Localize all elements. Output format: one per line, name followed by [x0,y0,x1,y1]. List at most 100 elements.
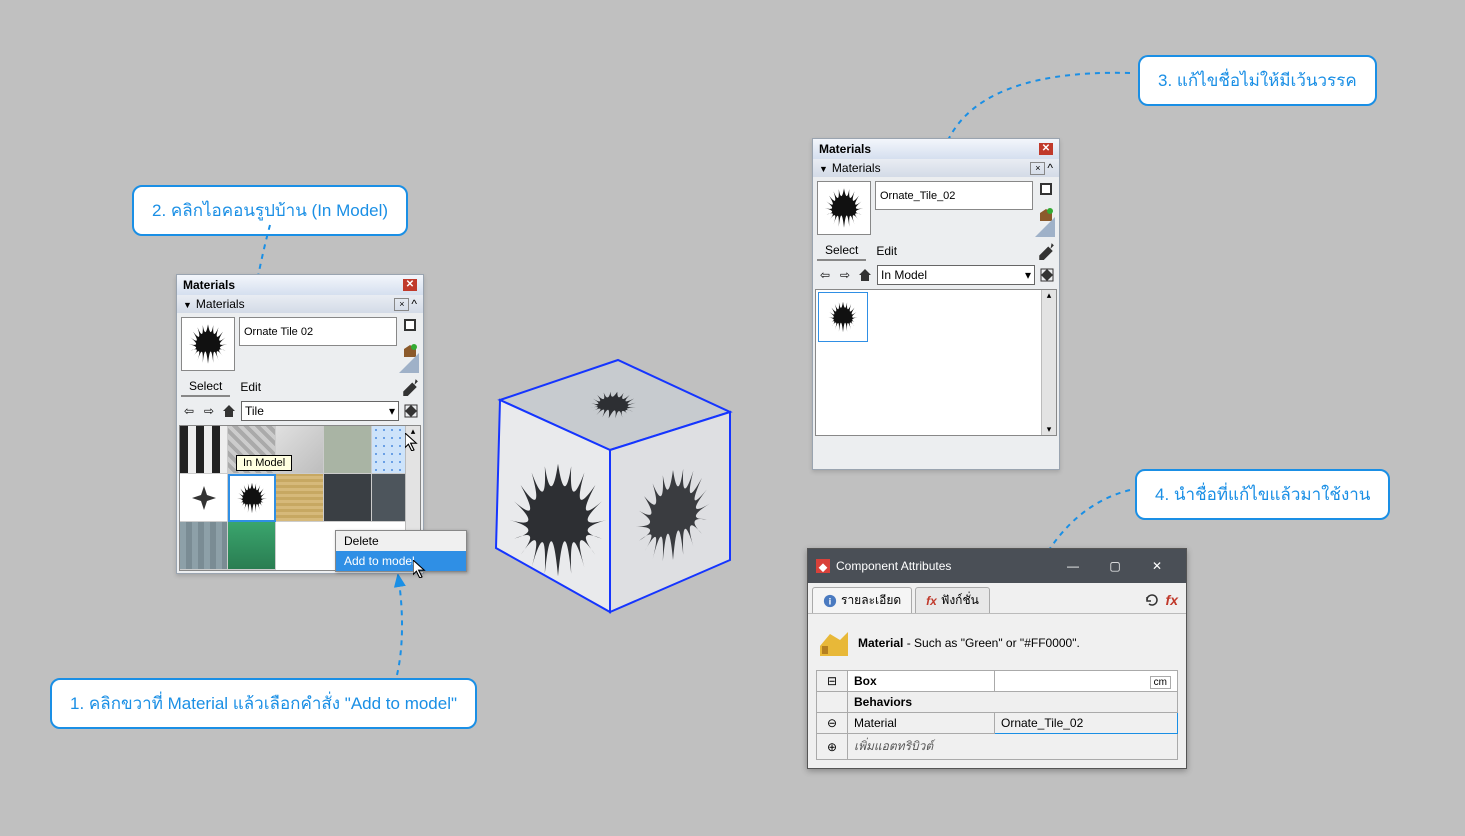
tile-swatch-selected[interactable] [818,292,868,342]
panel-subtitle: Materials [832,161,881,175]
ca-titlebar[interactable]: Component Attributes — ▢ ✕ [808,549,1186,583]
cursor-icon [405,433,423,451]
eyedropper-icon[interactable] [1037,242,1055,260]
tab-edit[interactable]: Edit [232,378,269,396]
default-material-corner-icon [1035,217,1055,237]
sample-paint-icon[interactable] [1038,181,1054,197]
add-attr-icon[interactable]: ⊕ [817,734,848,760]
tile-swatch[interactable] [180,426,228,474]
panel-titlebar[interactable]: Materials ✕ [813,139,1059,159]
collapse-icon[interactable]: ▼ [183,300,192,310]
add-attribute-row[interactable]: เพิ่มแอตทริบิวต์ [848,734,1178,760]
fx-icon: fx [926,594,937,608]
details-icon[interactable] [403,403,419,419]
details-icon[interactable] [1039,267,1055,283]
close-small-icon[interactable]: × [394,298,409,311]
eyedropper-icon[interactable] [401,378,419,396]
home-icon[interactable] [857,267,873,283]
close-icon[interactable]: ✕ [403,279,417,291]
dropdown-icon: ▾ [1025,268,1031,282]
nav-forward-icon[interactable]: ⇨ [837,267,853,283]
tile-swatch[interactable] [324,426,372,474]
context-add-to-model[interactable]: Add to model [336,551,466,571]
ornate-tile-icon [186,322,230,366]
folder-select[interactable]: In Model ▾ [877,265,1035,285]
collapse-icon[interactable]: ▼ [819,164,828,174]
panel-titlebar[interactable]: Materials ✕ [177,275,423,295]
material-name-input[interactable] [875,181,1033,210]
remove-attr-icon[interactable]: ⊖ [817,713,848,734]
component-attributes-window: Component Attributes — ▢ ✕ i รายละเอียด … [807,548,1187,769]
close-icon[interactable]: ✕ [1136,554,1178,578]
default-material-corner-icon [399,353,419,373]
nav-back-icon[interactable]: ⇦ [817,267,833,283]
context-menu: Delete Add to model [335,530,467,572]
attr-value[interactable]: Ornate_Tile_02 [1001,716,1083,730]
callout-1: 1. คลิกขวาที่ Material แล้วเลือกคำสั่ง "… [50,678,477,729]
fx-toggle-icon[interactable]: fx [1166,592,1178,608]
maximize-icon[interactable]: ▢ [1094,554,1136,578]
scroll-down-icon[interactable]: ▾ [1047,424,1052,435]
attributes-table: ⊟ Box cm Behaviors ⊖ Material Ornate_Til… [816,670,1178,760]
ca-title: Component Attributes [836,559,951,573]
tile-swatch[interactable] [324,474,372,522]
tab-select[interactable]: Select [181,377,230,397]
folder-select[interactable]: Tile ▾ [241,401,399,421]
current-material-swatch[interactable] [181,317,235,371]
close-small-icon[interactable]: × [1030,162,1045,175]
scrollbar[interactable]: ▴ ▾ [1041,290,1056,435]
callout-2-text: 2. คลิกไอคอนรูปบ้าน (In Model) [152,201,388,220]
panel-title: Materials [183,278,235,292]
panel-subheader[interactable]: ▼ Materials × ^ [813,159,1059,177]
callout-4-text: 4. นำชื่อที่แก้ไขแล้วมาใช้งาน [1155,485,1370,504]
callout-4: 4. นำชื่อที่แก้ไขแล้วมาใช้งาน [1135,469,1390,520]
sketchup-icon [816,559,830,573]
folder-label: Tile [245,404,264,418]
collapse-icon[interactable]: ⊟ [817,671,848,692]
callout-2: 2. คลิกไอคอนรูปบ้าน (In Model) [132,185,408,236]
unit-badge[interactable]: cm [1150,676,1171,689]
behaviors-header: Behaviors [848,692,1178,713]
nav-back-icon[interactable]: ⇦ [181,403,197,419]
svg-text:i: i [829,596,832,607]
context-delete[interactable]: Delete [336,531,466,551]
minimize-icon[interactable]: — [1052,554,1094,578]
tile-swatch[interactable] [276,474,324,522]
dropdown-icon: ▾ [389,404,395,418]
cursor-icon [413,560,431,578]
tile-swatch[interactable] [228,522,276,570]
callout-1-text: 1. คลิกขวาที่ Material แล้วเลือกคำสั่ง "… [70,694,457,713]
attr-name: Material [848,713,995,734]
callout-3: 3. แก้ไขชื่อไม่ให้มีเว้นวรรค [1138,55,1377,106]
cube-preview [468,330,748,620]
refresh-icon[interactable] [1144,592,1160,608]
material-category-icon [816,626,850,660]
material-desc: Material - Such as "Green" or "#FF0000". [858,636,1080,650]
sample-paint-icon[interactable] [402,317,418,333]
materials-panel-left: Materials ✕ ▼ Materials × ^ Select Edit [176,274,424,574]
tile-swatch[interactable] [180,474,228,522]
tab-details[interactable]: i รายละเอียด [812,587,912,613]
tile-swatch[interactable] [180,522,228,570]
material-desc-text: Such as "Green" or "#FF0000". [914,636,1080,650]
nav-forward-icon[interactable]: ⇨ [201,403,217,419]
ornate-tile-icon [822,186,866,230]
caret-up-icon[interactable]: ^ [411,297,417,311]
callout-3-text: 3. แก้ไขชื่อไม่ให้มีเว้นวรรค [1158,71,1357,90]
panel-subtitle: Materials [196,297,245,311]
close-icon[interactable]: ✕ [1039,143,1053,155]
scroll-up-icon[interactable]: ▴ [1047,290,1052,301]
tab-functions[interactable]: fx ฟังก์ชั่น [915,587,990,613]
caret-up-icon[interactable]: ^ [1047,161,1053,175]
tile-swatch-selected[interactable] [228,474,276,522]
tab-select[interactable]: Select [817,241,866,261]
current-material-swatch[interactable] [817,181,871,235]
folder-label: In Model [881,268,927,282]
home-icon[interactable] [221,403,237,419]
box-header: Box [848,671,995,692]
in-model-tooltip: In Model [236,455,292,471]
panel-subheader[interactable]: ▼ Materials × ^ [177,295,423,313]
tab-edit[interactable]: Edit [868,242,905,260]
material-name-input[interactable] [239,317,397,346]
material-label: Material [858,636,903,650]
